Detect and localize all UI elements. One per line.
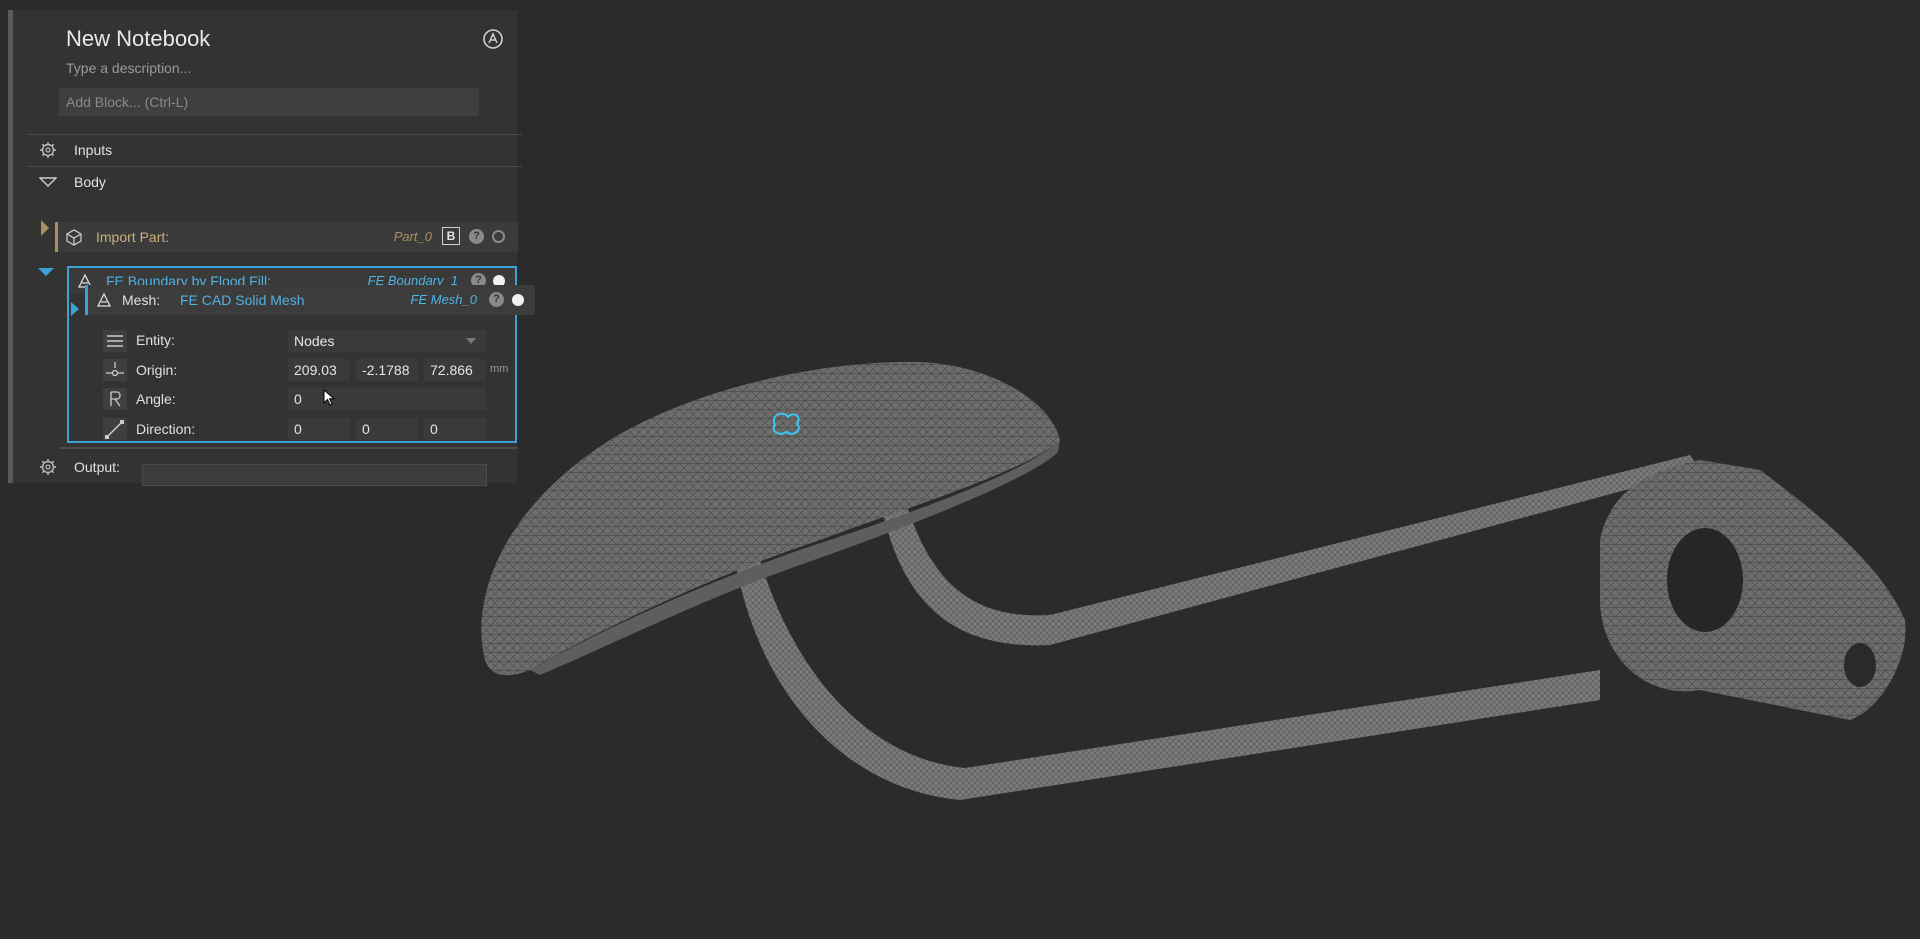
entity-select[interactable]: Nodes (288, 330, 486, 352)
mesh-status-icon[interactable] (512, 294, 524, 306)
origin-label: Origin: (136, 362, 178, 378)
section-output-label: Output: (74, 459, 120, 475)
mesh-expand-icon[interactable] (69, 300, 81, 318)
body-divider (59, 447, 518, 449)
output-field[interactable] (142, 464, 487, 486)
direction-x-input[interactable]: 0 (288, 418, 350, 440)
section-body[interactable]: Body (27, 166, 522, 196)
import-part-variable[interactable]: Part_0 (394, 229, 432, 244)
mesh-help-icon[interactable]: ? (489, 292, 504, 307)
mesh-bracket-hole-small (1844, 643, 1876, 687)
breakpoint-badge[interactable]: B (442, 227, 460, 245)
notebook-panel: New Notebook Type a description... Add B… (8, 10, 522, 486)
list-icon (103, 330, 127, 352)
section-body-label: Body (74, 174, 106, 190)
notebook-title[interactable]: New Notebook (66, 26, 210, 52)
origin-unit: mm (490, 363, 509, 375)
mesh-bracket-hole-large (1667, 528, 1743, 632)
angle-icon (103, 388, 127, 410)
refresh-icon[interactable] (481, 27, 505, 51)
triangle-down-icon (39, 177, 57, 187)
import-help-icon[interactable]: ? (469, 229, 484, 244)
direction-icon (103, 418, 127, 440)
import-part-block[interactable]: Import Part: Part_0 B ? (55, 222, 518, 252)
gear-icon (40, 459, 56, 475)
entity-label: Entity: (136, 332, 175, 348)
origin-z-input[interactable]: 72.866 (424, 359, 486, 381)
gear-icon (40, 142, 56, 158)
entity-value: Nodes (294, 333, 335, 349)
fe-collapse-icon[interactable] (37, 266, 55, 278)
import-part-icon (66, 229, 82, 246)
direction-z-input[interactable]: 0 (424, 418, 486, 440)
angle-label: Angle: (136, 391, 176, 407)
mesh-value[interactable]: FE CAD Solid Mesh (180, 292, 304, 308)
import-status-icon[interactable] (492, 230, 505, 243)
direction-label: Direction: (136, 421, 196, 437)
notebook-description[interactable]: Type a description... (66, 60, 191, 76)
direction-y-input[interactable]: 0 (356, 418, 418, 440)
origin-y-input[interactable]: -2.1788 (356, 359, 418, 381)
dropdown-chevron-icon (466, 338, 476, 344)
cursor-icon (323, 389, 336, 406)
origin-icon (103, 359, 127, 381)
origin-x-input[interactable]: 209.03 (288, 359, 350, 381)
mesh-variable[interactable]: FE Mesh_0 (411, 292, 477, 307)
mesh-label: Mesh: (122, 292, 161, 308)
angle-input[interactable]: 0 (288, 388, 486, 410)
mesh-row[interactable]: Mesh: FE CAD Solid Mesh FE Mesh_0 ? (85, 285, 535, 315)
section-inputs[interactable]: Inputs (27, 134, 522, 164)
mesh-icon (96, 292, 112, 307)
section-inputs-label: Inputs (74, 142, 113, 158)
add-block-input[interactable]: Add Block... (Ctrl-L) (59, 88, 479, 116)
import-expand-icon[interactable] (39, 218, 51, 238)
import-part-label: Import Part: (96, 229, 170, 245)
